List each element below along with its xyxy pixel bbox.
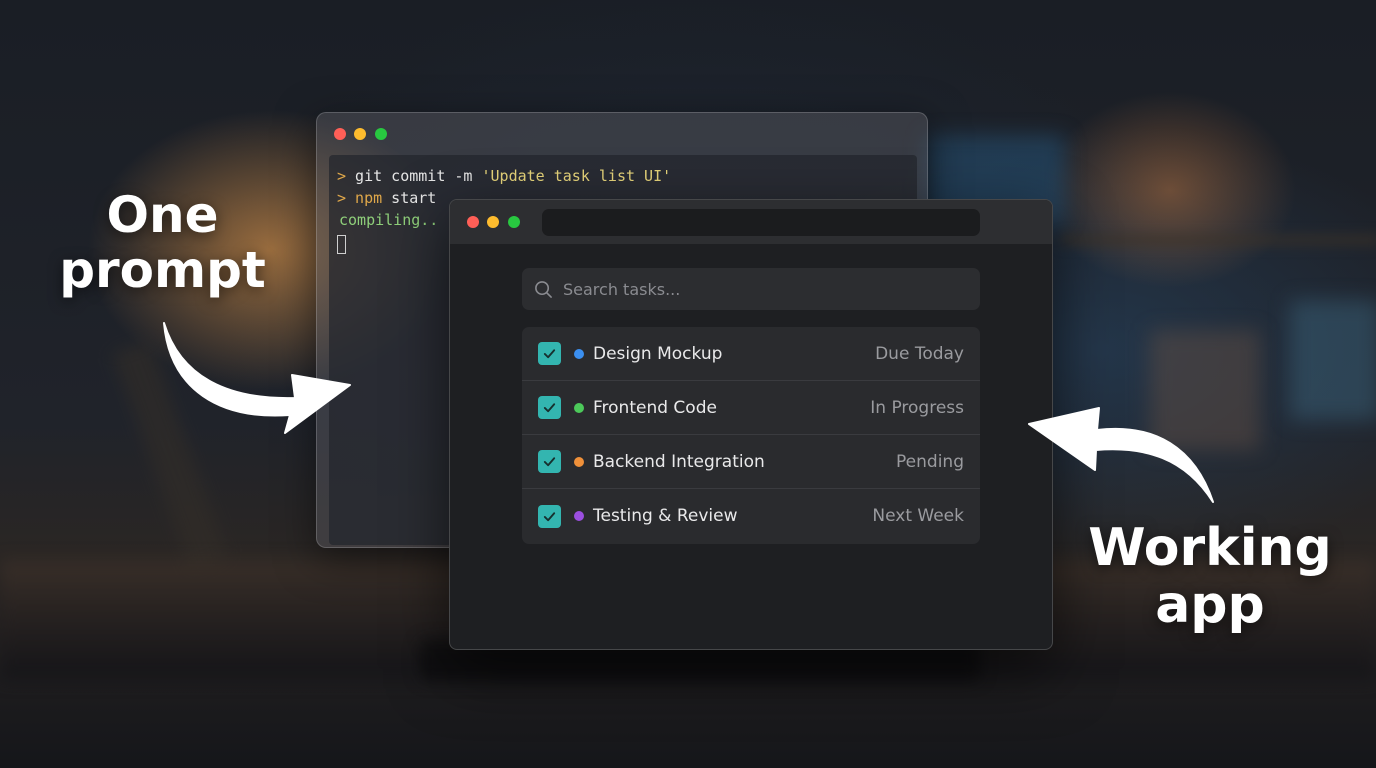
status-dot-icon: [574, 511, 584, 521]
background-shelf: [1060, 235, 1376, 245]
background-screen-right: [1290, 300, 1376, 420]
task-row[interactable]: Backend Integration Pending: [522, 435, 980, 489]
task-status: Due Today: [875, 343, 964, 364]
command-text: start: [382, 189, 437, 207]
search-icon: [535, 280, 552, 298]
close-icon[interactable]: [334, 128, 346, 140]
command-string: 'Update task list UI': [481, 167, 672, 185]
minimize-icon[interactable]: [487, 216, 499, 228]
task-row[interactable]: Frontend Code In Progress: [522, 381, 980, 435]
checkbox-checked-icon[interactable]: [538, 396, 561, 419]
minimize-icon[interactable]: [354, 128, 366, 140]
status-dot-icon: [574, 402, 584, 413]
curved-arrow-right-icon: [163, 322, 351, 434]
task-name: Testing & Review: [593, 506, 738, 526]
terminal-titlebar: [317, 113, 927, 153]
command-text: git commit -m: [346, 167, 482, 185]
maximize-icon[interactable]: [375, 128, 387, 140]
command-text: npm: [346, 189, 383, 207]
task-name: Design Mockup: [593, 343, 723, 364]
caption-one-prompt: One prompt: [55, 188, 270, 298]
task-status: In Progress: [870, 397, 964, 418]
caption-line: One: [106, 186, 219, 244]
prompt-symbol: >: [337, 189, 347, 207]
status-dot-icon: [574, 456, 584, 467]
task-name: Backend Integration: [593, 451, 765, 472]
caption-line: app: [1155, 575, 1265, 636]
task-row[interactable]: Design Mockup Due Today: [522, 327, 980, 381]
app-titlebar: [450, 200, 1052, 244]
close-icon[interactable]: [467, 216, 479, 228]
address-bar[interactable]: [542, 209, 980, 236]
checkbox-checked-icon[interactable]: [538, 504, 561, 528]
caption-working-app: Working app: [1085, 518, 1335, 636]
search-box[interactable]: [522, 268, 980, 310]
terminal-line: > git commit -m 'Update task list UI': [337, 165, 909, 187]
caption-line: prompt: [59, 241, 266, 299]
task-row[interactable]: Testing & Review Next Week: [522, 489, 980, 543]
maximize-icon[interactable]: [508, 216, 520, 228]
task-status: Pending: [896, 451, 964, 472]
curved-arrow-left-icon: [1028, 407, 1214, 503]
prompt-symbol: >: [337, 167, 347, 185]
checkbox-checked-icon[interactable]: [538, 342, 561, 365]
caption-line: Working: [1088, 518, 1332, 578]
search-input[interactable]: [563, 279, 963, 299]
task-list: Design Mockup Due Today Frontend Code In…: [522, 327, 980, 544]
task-status: Next Week: [872, 506, 964, 526]
checkbox-checked-icon[interactable]: [538, 450, 561, 473]
status-dot-icon: [574, 348, 584, 359]
app-window: Design Mockup Due Today Frontend Code In…: [449, 199, 1053, 650]
task-name: Frontend Code: [593, 397, 717, 418]
